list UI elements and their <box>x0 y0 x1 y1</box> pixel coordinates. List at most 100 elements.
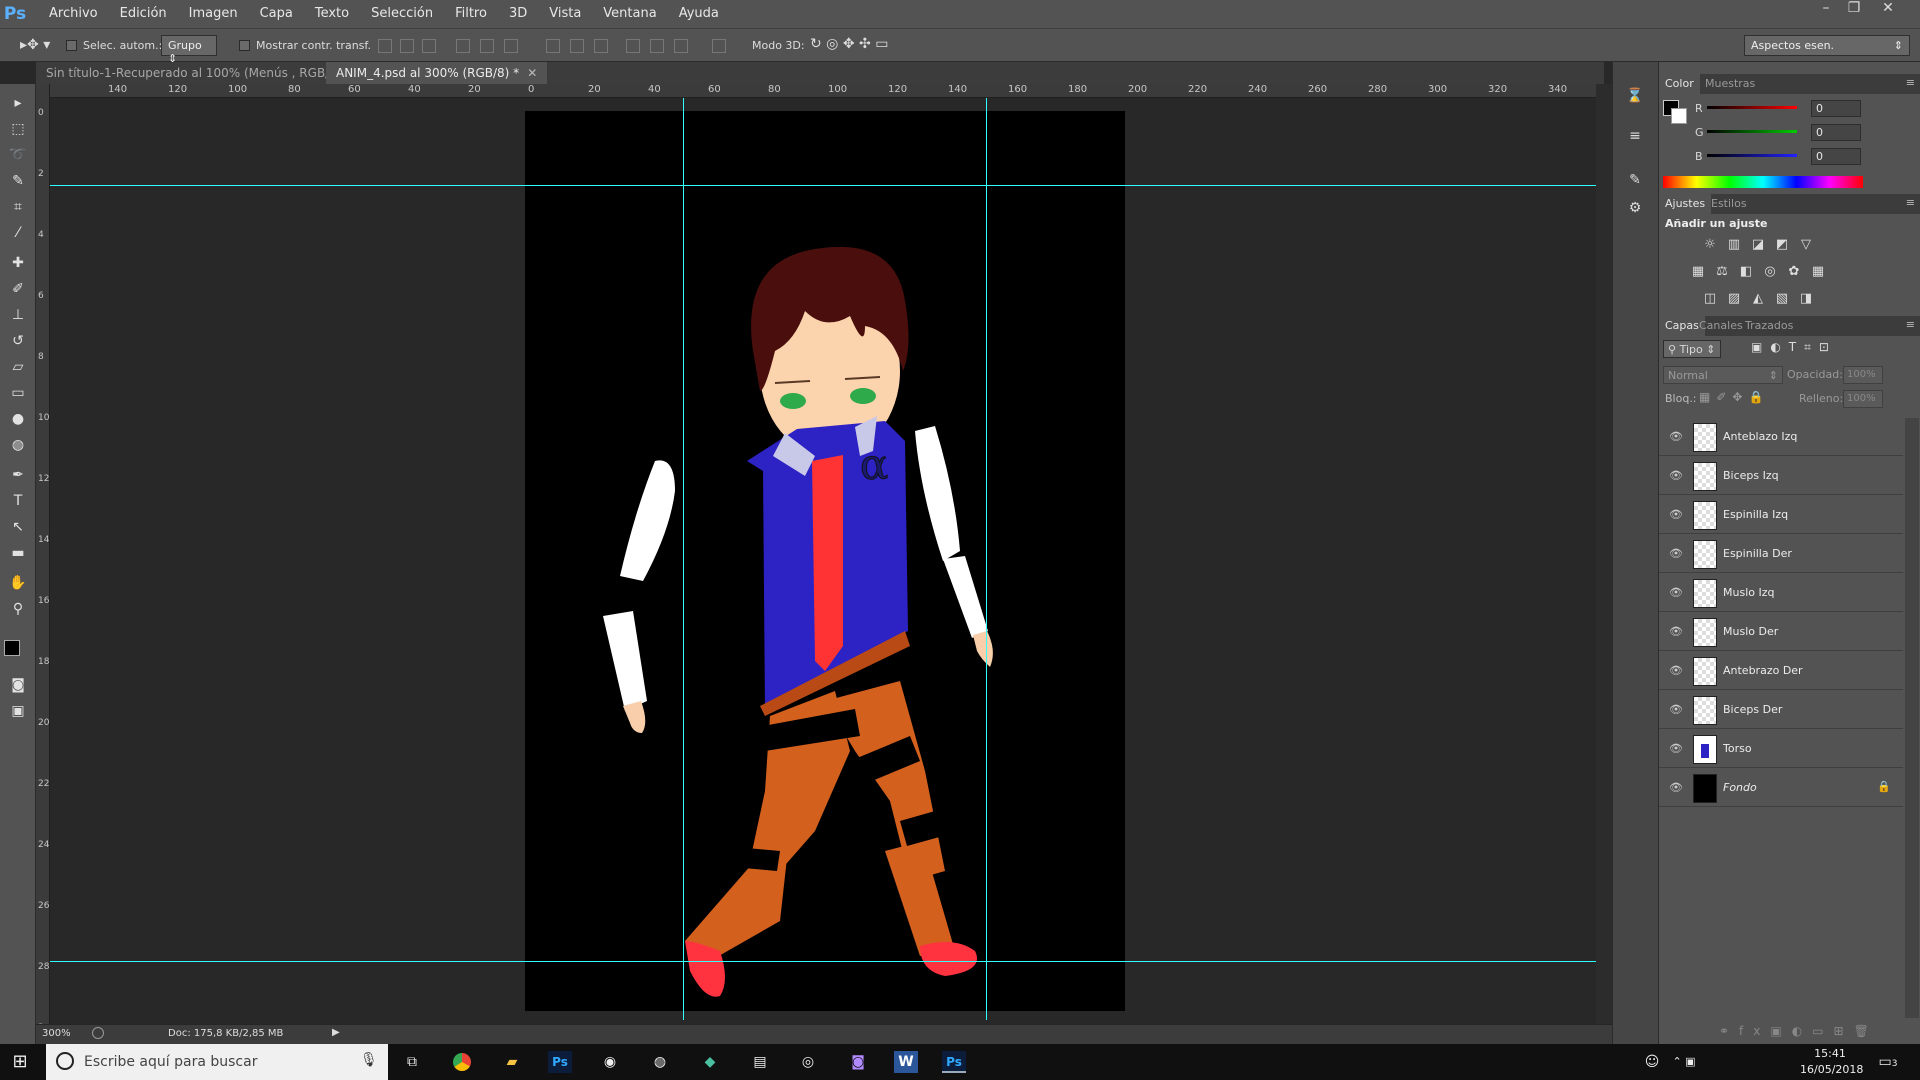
threshold-icon[interactable]: ◭ <box>1749 291 1767 307</box>
guide-vertical[interactable] <box>683 98 684 1020</box>
auto-select-checkbox[interactable] <box>66 40 77 51</box>
gradient-map-icon[interactable]: ▧ <box>1773 291 1791 307</box>
crop-tool-icon[interactable]: ⌗ <box>6 196 30 218</box>
zoom-tool-icon[interactable]: ⚲ <box>6 598 30 620</box>
distribute-right-icon[interactable] <box>674 39 688 53</box>
tab-color[interactable]: Color <box>1659 74 1700 94</box>
foreground-color-swatch[interactable] <box>4 640 20 656</box>
history-brush-tool-icon[interactable]: ↺ <box>6 330 30 352</box>
app-icon[interactable]: ◍ <box>648 1051 672 1073</box>
layer-filter-dropdown[interactable]: ⚲ Tipo ⇕ <box>1663 340 1721 358</box>
layer-row[interactable]: 👁 Muslo Der <box>1659 613 1903 651</box>
task-view-icon[interactable]: ⧉ <box>400 1051 424 1073</box>
brush-presets-icon[interactable]: ✎ <box>1623 172 1647 194</box>
panel-menu-icon[interactable]: ≡ <box>1906 76 1915 89</box>
invert-icon[interactable]: ◫ <box>1701 291 1719 307</box>
eraser-tool-icon[interactable]: ▱ <box>6 356 30 378</box>
menu-filtro[interactable]: Filtro <box>444 0 498 28</box>
marquee-tool-icon[interactable]: ⬚ <box>6 118 30 140</box>
menu-capa[interactable]: Capa <box>249 0 304 28</box>
steam-icon[interactable]: ◉ <box>598 1051 622 1073</box>
layer-row[interactable]: 👁 Antebrazo Der <box>1659 652 1903 690</box>
posterize-icon[interactable]: ▨ <box>1725 291 1743 307</box>
distribute-vcenter-icon[interactable] <box>570 39 584 53</box>
fill-field[interactable]: 100% <box>1843 390 1883 408</box>
layer-row[interactable]: 👁 Biceps Der <box>1659 691 1903 729</box>
menu-ayuda[interactable]: Ayuda <box>668 0 730 28</box>
selective-color-icon[interactable]: ◨ <box>1797 291 1815 307</box>
layer-row[interactable]: 👁 Muslo Izq <box>1659 574 1903 612</box>
black-white-icon[interactable]: ◧ <box>1737 264 1755 280</box>
restore-icon[interactable]: ❐ <box>1840 0 1868 18</box>
app-icon[interactable]: ▤ <box>748 1051 772 1073</box>
r-value-field[interactable]: 0 <box>1811 100 1861 117</box>
pen-tool-icon[interactable]: ✒ <box>6 464 30 486</box>
quick-mask-icon[interactable]: ◙ <box>6 674 30 696</box>
screen-mode-icon[interactable]: ▣ <box>6 700 30 722</box>
eye-icon[interactable]: 👁 <box>1669 781 1683 794</box>
menu-ventana[interactable]: Ventana <box>592 0 667 28</box>
eye-icon[interactable]: 👁 <box>1669 742 1683 755</box>
guide-horizontal[interactable] <box>50 961 1596 962</box>
move-tool-icon[interactable]: ▸✥ ▾ <box>20 37 50 53</box>
history-icon[interactable]: ⌛ <box>1623 88 1647 110</box>
path-select-tool-icon[interactable]: ↖ <box>6 516 30 538</box>
tool-presets-icon[interactable]: ⚙ <box>1623 200 1647 222</box>
layer-row[interactable]: 👁 Espinilla Der <box>1659 535 1903 573</box>
eye-icon[interactable]: 👁 <box>1669 547 1683 560</box>
color-balance-icon[interactable]: ⚖ <box>1713 264 1731 280</box>
windows-start-icon[interactable]: ⊞ <box>8 1051 32 1073</box>
align-hcenter-icon[interactable] <box>480 39 494 53</box>
g-value-field[interactable]: 0 <box>1811 124 1861 141</box>
document-info-icon[interactable] <box>92 1027 104 1039</box>
tab-ajustes[interactable]: Ajustes <box>1659 194 1712 214</box>
file-explorer-icon[interactable]: ▰ <box>500 1051 524 1073</box>
brush-tool-icon[interactable]: ✐ <box>6 278 30 300</box>
stamp-tool-icon[interactable]: ⊥ <box>6 304 30 326</box>
color-spectrum[interactable] <box>1663 176 1863 188</box>
b-value-field[interactable]: 0 <box>1811 148 1861 165</box>
tab-trazados[interactable]: Trazados <box>1739 316 1799 336</box>
minimize-icon[interactable]: – <box>1812 0 1840 18</box>
photo-filter-icon[interactable]: ◎ <box>1761 264 1779 280</box>
close-icon[interactable]: ✕ <box>1874 0 1902 18</box>
guide-vertical[interactable] <box>986 98 987 1020</box>
align-left-icon[interactable] <box>456 39 470 53</box>
tab-estilos[interactable]: Estilos <box>1705 194 1753 214</box>
clock-date[interactable]: 16/05/2018 <box>1800 1063 1863 1076</box>
photoshop-taskbar-icon[interactable]: Ps <box>548 1051 572 1073</box>
taskbar-search[interactable]: Escribe aquí para buscar 🎙 <box>46 1044 388 1080</box>
b-slider[interactable] <box>1707 154 1797 157</box>
eye-icon[interactable]: 👁 <box>1669 508 1683 521</box>
dodge-tool-icon[interactable]: ◍ <box>6 434 30 456</box>
align-top-icon[interactable] <box>378 39 392 53</box>
channel-mixer-icon[interactable]: ✿ <box>1785 264 1803 280</box>
status-arrow-icon[interactable]: ▶ <box>332 1027 340 1038</box>
r-slider[interactable] <box>1707 106 1797 109</box>
workspace-dropdown[interactable]: Aspectos esen. ⇕ <box>1744 35 1910 56</box>
align-vcenter-icon[interactable] <box>400 39 414 53</box>
tray-icons[interactable]: ⌃ ▣ ◔ ⌂ ▭ ♪ <box>1672 1051 1696 1080</box>
menu-texto[interactable]: Texto <box>304 0 360 28</box>
menu-imagen[interactable]: Imagen <box>178 0 249 28</box>
distribute-top-icon[interactable] <box>546 39 560 53</box>
zoom-level[interactable]: 300% <box>42 1028 71 1039</box>
layers-scrollbar[interactable] <box>1905 418 1919 1018</box>
lock-icons[interactable]: ▦✐✥🔒 <box>1699 390 1769 404</box>
quick-select-tool-icon[interactable]: ✎ <box>6 170 30 192</box>
menu-archivo[interactable]: Archivo <box>38 0 109 28</box>
lasso-tool-icon[interactable]: ➰ <box>6 144 30 166</box>
eye-icon[interactable]: 👁 <box>1669 430 1683 443</box>
vibrance-icon[interactable]: ▽ <box>1797 237 1815 253</box>
layer-row[interactable]: 👁 Torso <box>1659 730 1903 768</box>
properties-icon[interactable]: ≡ <box>1623 128 1647 150</box>
align-bottom-icon[interactable] <box>422 39 436 53</box>
move-tool-icon[interactable]: ▸ <box>6 92 30 114</box>
color-lookup-icon[interactable]: ▦ <box>1809 264 1827 280</box>
document-canvas[interactable]: α <box>525 111 1125 1011</box>
layer-row[interactable]: 👁 Biceps Izq <box>1659 457 1903 495</box>
eye-icon[interactable]: 👁 <box>1669 664 1683 677</box>
eye-icon[interactable]: 👁 <box>1669 625 1683 638</box>
distribute-hcenter-icon[interactable] <box>650 39 664 53</box>
blend-mode-dropdown[interactable]: Normal ⇕ <box>1663 366 1783 384</box>
